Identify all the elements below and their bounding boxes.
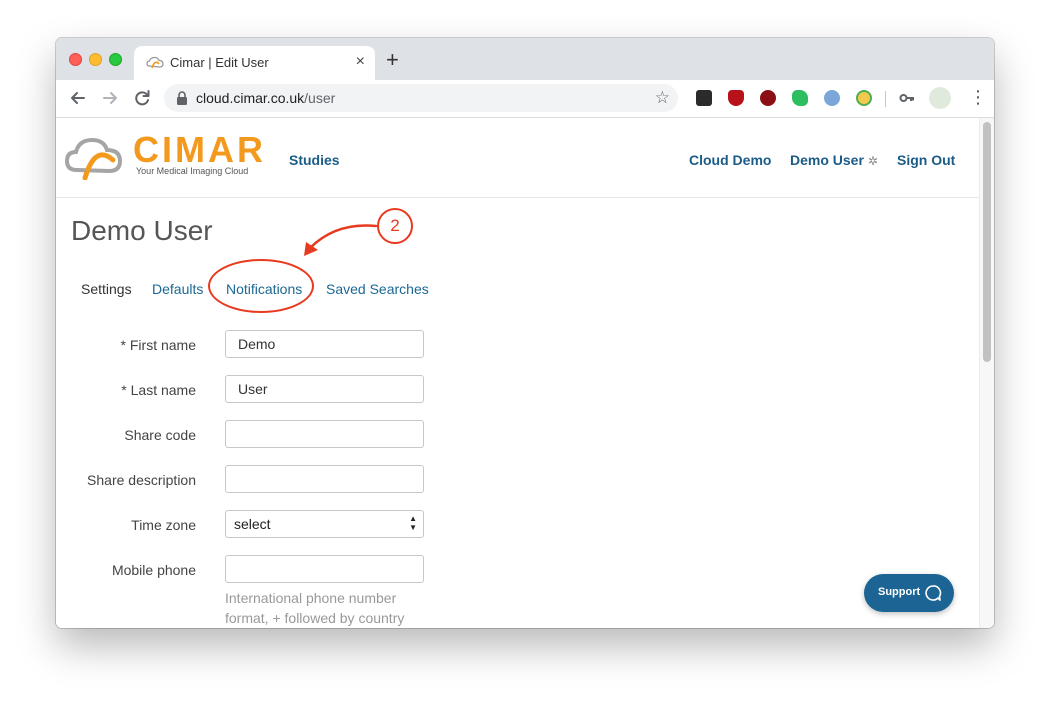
back-arrow-icon[interactable] (68, 88, 88, 108)
last-name-label: * Last name (121, 382, 196, 398)
share-code-label: Share code (124, 427, 196, 443)
cloud-logo-icon (65, 137, 123, 180)
scrollbar-thumb[interactable] (983, 122, 991, 362)
mobile-phone-field[interactable] (225, 555, 424, 583)
tab-close-icon[interactable]: × (356, 53, 365, 71)
url-text: cloud.cimar.co.uk/user (196, 90, 335, 106)
annotation-arrow (304, 224, 378, 256)
reload-icon[interactable] (132, 88, 152, 108)
forward-arrow-icon[interactable] (100, 88, 120, 108)
tab-saved-searches[interactable]: Saved Searches (326, 281, 429, 297)
page-scrollbar[interactable] (979, 118, 994, 628)
profile-avatar[interactable] (929, 87, 951, 109)
last-name-field[interactable] (225, 375, 424, 403)
browser-toolbar: cloud.cimar.co.uk/user ☆ ⋮ (56, 80, 994, 118)
time-zone-select[interactable]: select ▲ ▼ (225, 510, 424, 538)
logo-wordmark: CIMAR (133, 129, 266, 170)
ublock-u-icon[interactable] (760, 90, 776, 106)
minimize-window-button[interactable] (89, 53, 102, 66)
share-description-field[interactable] (225, 465, 424, 493)
nav-studies-link[interactable]: Studies (289, 152, 340, 168)
mobile-phone-help-text: International phone number format, + fol… (225, 590, 405, 626)
address-bar[interactable]: cloud.cimar.co.uk/user ☆ (164, 84, 678, 112)
evernote-icon[interactable] (792, 90, 808, 106)
share-description-label: Share description (87, 472, 196, 488)
tab-settings[interactable]: Settings (81, 281, 132, 297)
nav-user-menu[interactable]: Demo User ✲ (790, 152, 878, 168)
new-tab-button[interactable]: + (386, 48, 399, 72)
nav-sign-out-link[interactable]: Sign Out (897, 152, 955, 168)
notifications-highlight-circle (208, 259, 314, 313)
step-number-badge: 2 (377, 208, 413, 244)
lock-icon (177, 91, 187, 105)
browser-window: Cimar | Edit User × + cloud.cimar.co.uk/… (56, 38, 994, 628)
tab-defaults[interactable]: Defaults (152, 281, 203, 297)
ublock-shield-icon[interactable] (728, 90, 744, 106)
first-name-label: * First name (120, 337, 196, 353)
page-viewport: CIMAR Your Medical Imaging Cloud Studies… (56, 118, 994, 628)
browser-menu-icon[interactable]: ⋮ (969, 88, 987, 106)
share-code-field[interactable] (225, 420, 424, 448)
url-path: /user (304, 90, 336, 106)
toolbar-divider (885, 91, 886, 107)
nav-cloud-demo-link[interactable]: Cloud Demo (689, 152, 771, 168)
gear-icon: ✲ (867, 154, 878, 168)
select-arrows-icon: ▲ ▼ (409, 514, 417, 532)
cimar-logo[interactable]: CIMAR Your Medical Imaging Cloud (65, 129, 266, 182)
puzzle-extension-icon[interactable] (696, 90, 712, 106)
support-button[interactable]: Support (864, 574, 954, 612)
time-zone-label: Time zone (131, 517, 196, 533)
bookmark-star-icon[interactable]: ☆ (655, 88, 670, 108)
site-header: CIMAR Your Medical Imaging Cloud Studies… (56, 118, 980, 198)
browser-tab-active[interactable]: Cimar | Edit User × (134, 46, 375, 80)
tab-strip: Cimar | Edit User × + (56, 38, 994, 80)
url-host: cloud.cimar.co.uk (196, 90, 305, 106)
page-title: Demo User (71, 215, 213, 246)
chrome-extension-icon[interactable] (856, 90, 872, 106)
first-name-field[interactable] (225, 330, 424, 358)
time-zone-value: select (234, 516, 271, 532)
mobile-phone-label: Mobile phone (111, 562, 196, 578)
compass-extension-icon[interactable] (824, 90, 840, 106)
cimar-favicon-icon (146, 56, 164, 69)
chat-bubble-icon (925, 585, 942, 601)
nav-user-name: Demo User (790, 152, 864, 168)
tab-title: Cimar | Edit User (170, 55, 269, 70)
support-label: Support (878, 586, 921, 598)
close-window-button[interactable] (69, 53, 82, 66)
key-icon[interactable] (899, 90, 915, 106)
zoom-window-button[interactable] (109, 53, 122, 66)
logo-tagline: Your Medical Imaging Cloud (136, 166, 249, 176)
